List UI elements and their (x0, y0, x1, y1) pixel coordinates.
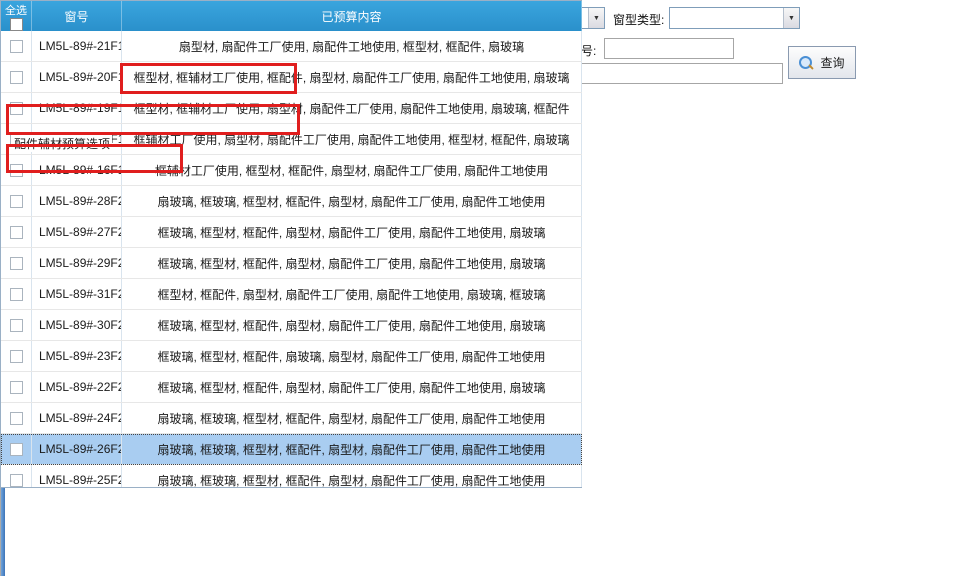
row-checkbox[interactable] (10, 350, 23, 363)
budgeted-content-cell: 扇玻璃, 框玻璃, 框型材, 框配件, 扇型材, 扇配件工厂使用, 扇配件工地使… (122, 434, 582, 464)
budgeted-content-cell: 框玻璃, 框型材, 框配件, 扇型材, 扇配件工厂使用, 扇配件工地使用, 扇玻… (122, 372, 582, 402)
row-select-cell (1, 279, 32, 309)
dropdown-button[interactable]: ▼ (588, 8, 604, 28)
budgeted-content-cell: 扇玻璃, 框玻璃, 框型材, 框配件, 扇型材, 扇配件工厂使用, 扇配件工地使… (122, 465, 582, 488)
budget-table-row[interactable]: LM5L-89#-26F24扇玻璃, 框玻璃, 框型材, 框配件, 扇型材, 扇… (1, 434, 582, 465)
row-checkbox[interactable] (10, 226, 23, 239)
row-select-cell (1, 248, 32, 278)
row-checkbox[interactable] (10, 164, 23, 177)
window-no-cell: LM5L-89#-27F25 (32, 217, 122, 247)
window-no-cell: LM5L-89#-30F28 (32, 310, 122, 340)
accessory-options-caption: 配件辅材预算选项 (12, 135, 112, 152)
row-select-cell (1, 341, 32, 371)
row-select-cell (1, 186, 32, 216)
row-checkbox[interactable] (10, 412, 23, 425)
budget-table-row[interactable]: LM5L-89#-20F18框型材, 框辅材工厂使用, 框配件, 扇型材, 扇配… (1, 62, 582, 93)
window-no-cell: LM5L-89#-20F18 (32, 62, 122, 92)
row-checkbox[interactable] (10, 102, 23, 115)
budget-table-row[interactable]: LM5L-89#-28F26扇玻璃, 框玻璃, 框型材, 框配件, 扇型材, 扇… (1, 186, 582, 217)
budgeted-content-cell: 框辅材工厂使用, 扇型材, 扇配件工厂使用, 扇配件工地使用, 框型材, 框配件… (122, 124, 582, 154)
budget-table-row[interactable]: LM5L-89#-25F23扇玻璃, 框玻璃, 框型材, 框配件, 扇型材, 扇… (1, 465, 582, 488)
budgeted-content-cell: 框型材, 框辅材工厂使用, 扇型材, 扇配件工厂使用, 扇配件工地使用, 扇玻璃… (122, 93, 582, 123)
budgeted-content-cell: 框玻璃, 框型材, 框配件, 扇玻璃, 扇型材, 扇配件工厂使用, 扇配件工地使… (122, 341, 582, 371)
row-select-cell (1, 31, 32, 61)
budget-table-row[interactable]: LM5L-89#-19F17框型材, 框辅材工厂使用, 扇型材, 扇配件工厂使用… (1, 93, 582, 124)
window-no-cell: LM5L-89#-25F23 (32, 465, 122, 488)
budgeted-content-cell: 扇玻璃, 框玻璃, 框型材, 框配件, 扇型材, 扇配件工厂使用, 扇配件工地使… (122, 403, 582, 433)
dropdown-button[interactable]: ▼ (783, 8, 799, 28)
row-select-cell (1, 217, 32, 247)
window-no-input[interactable] (604, 38, 734, 59)
row-checkbox[interactable] (10, 257, 23, 270)
budget-header-window-no[interactable]: 窗号 (32, 1, 122, 31)
window-no-cell: LM5L-89#-16F15 (32, 155, 122, 185)
row-checkbox[interactable] (10, 71, 23, 84)
budgeted-content-cell: 框玻璃, 框型材, 框配件, 扇型材, 扇配件工厂使用, 扇配件工地使用, 扇玻… (122, 310, 582, 340)
budget-table-header: 全选 窗号 已预算内容 (1, 1, 582, 31)
budget-table-row[interactable]: LM5L-89#-29F27框玻璃, 框型材, 框配件, 扇型材, 扇配件工厂使… (1, 248, 582, 279)
budget-table-row[interactable]: LM5L-89#-24F22扇玻璃, 框玻璃, 框型材, 框配件, 扇型材, 扇… (1, 403, 582, 434)
row-select-cell (1, 62, 32, 92)
chevron-down-icon: ▼ (788, 15, 795, 22)
row-checkbox[interactable] (10, 40, 23, 53)
window-no-cell: LM5L-89#-26F24 (32, 434, 122, 464)
row-checkbox[interactable] (10, 288, 23, 301)
budgeted-content-cell: 扇玻璃, 框玻璃, 框型材, 框配件, 扇型材, 扇配件工厂使用, 扇配件工地使… (122, 186, 582, 216)
search-icon (799, 56, 813, 70)
window-no-cell: LM5L-89#-19F17 (32, 93, 122, 123)
budget-table-row[interactable]: LM5L-89#-30F28框玻璃, 框型材, 框配件, 扇型材, 扇配件工厂使… (1, 310, 582, 341)
row-checkbox[interactable] (10, 195, 23, 208)
window-type-combo[interactable]: ▼ (669, 7, 800, 29)
query-button-label: 查询 (820, 54, 844, 71)
window-no-cell: LM5L-89#-28F26 (32, 186, 122, 216)
row-select-cell (1, 434, 32, 464)
window-no-cell: LM5L-89#-21F19 (32, 31, 122, 61)
window-no-cell: LM5L-89#-24F22 (32, 403, 122, 433)
budgeted-content-cell: 框玻璃, 框型材, 框配件, 扇型材, 扇配件工厂使用, 扇配件工地使用, 扇玻… (122, 248, 582, 278)
budget-table-row[interactable]: LM5L-89#-27F25框玻璃, 框型材, 框配件, 扇型材, 扇配件工厂使… (1, 217, 582, 248)
chevron-down-icon: ▼ (593, 15, 600, 22)
row-checkbox[interactable] (10, 381, 23, 394)
window-no-cell: LM5L-89#-31F29 (32, 279, 122, 309)
query-button[interactable]: 查询 (788, 46, 856, 79)
window-type-value (670, 8, 783, 28)
budgeted-content-cell: 框辅材工厂使用, 框型材, 框配件, 扇型材, 扇配件工厂使用, 扇配件工地使用 (122, 155, 582, 185)
budgeted-content-cell: 框型材, 框辅材工厂使用, 框配件, 扇型材, 扇配件工厂使用, 扇配件工地使用… (122, 62, 582, 92)
row-checkbox[interactable] (10, 443, 23, 456)
budget-table-body: LM5L-89#-21F19扇型材, 扇配件工厂使用, 扇配件工地使用, 框型材… (1, 31, 582, 488)
row-select-cell (1, 310, 32, 340)
row-checkbox[interactable] (10, 319, 23, 332)
row-select-cell (1, 372, 32, 402)
budget-table-row[interactable]: LM5L-89#-21F19扇型材, 扇配件工厂使用, 扇配件工地使用, 框型材… (1, 31, 582, 62)
row-select-cell (1, 155, 32, 185)
budget-table-row[interactable]: LM5L-89#-23F21框玻璃, 框型材, 框配件, 扇玻璃, 扇型材, 扇… (1, 341, 582, 372)
budget-optimization-window: 新增 删除 提交 优化方案 采购明细 ▼ ▼ 优化类型 整窗 框 扇 框、扇 (0, 0, 956, 576)
budget-table-row[interactable]: LM5L-89#-22F20框玻璃, 框型材, 框配件, 扇型材, 扇配件工厂使… (1, 372, 582, 403)
window-no-cell: LM5L-89#-29F27 (32, 248, 122, 278)
budgeted-content-cell: 框型材, 框配件, 扇型材, 扇配件工厂使用, 扇配件工地使用, 扇玻璃, 框玻… (122, 279, 582, 309)
row-select-cell (1, 93, 32, 123)
budgeted-content-cell: 扇型材, 扇配件工厂使用, 扇配件工地使用, 框型材, 框配件, 扇玻璃 (122, 31, 582, 61)
budget-table: 全选 窗号 已预算内容 LM5L-89#-21F19扇型材, 扇配件工厂使用, … (0, 0, 582, 488)
window-type-label: 窗型类型: (613, 11, 664, 28)
window-no-cell: LM5L-89#-22F20 (32, 372, 122, 402)
budget-header-content[interactable]: 已预算内容 (122, 1, 582, 31)
select-all-header-label: 全选 (5, 2, 27, 18)
budgeted-content-cell: 框玻璃, 框型材, 框配件, 扇型材, 扇配件工厂使用, 扇配件工地使用, 扇玻… (122, 217, 582, 247)
select-all-checkbox[interactable] (10, 18, 23, 31)
row-select-cell (1, 465, 32, 488)
budget-table-row[interactable]: LM5L-89#-31F29框型材, 框配件, 扇型材, 扇配件工厂使用, 扇配… (1, 279, 582, 310)
window-no-cell: LM5L-89#-23F21 (32, 341, 122, 371)
budget-table-row[interactable]: LM5L-89#-16F15框辅材工厂使用, 框型材, 框配件, 扇型材, 扇配… (1, 155, 582, 186)
budget-header-select-all: 全选 (1, 1, 32, 31)
row-checkbox[interactable] (10, 474, 23, 487)
row-select-cell (1, 403, 32, 433)
